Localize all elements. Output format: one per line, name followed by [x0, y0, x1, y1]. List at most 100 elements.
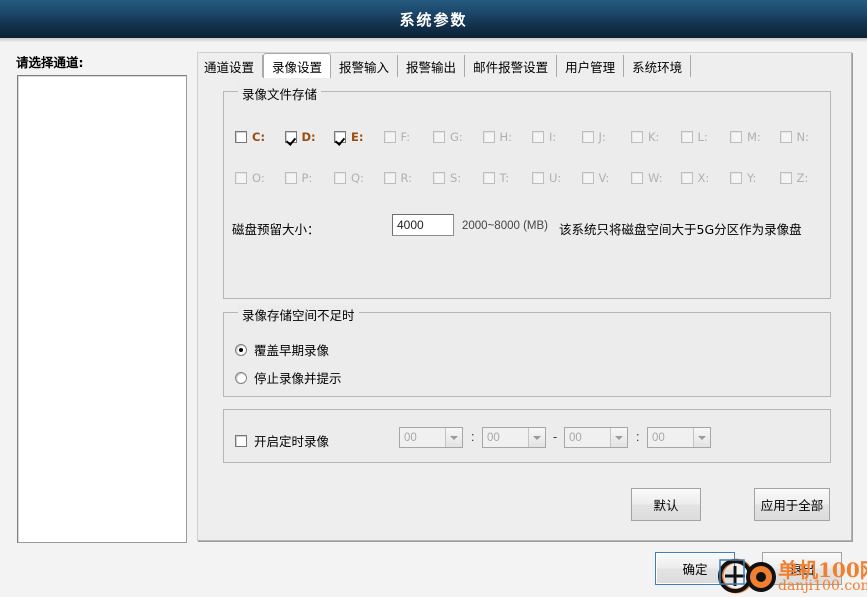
- checkbox-indicator: [581, 131, 594, 143]
- drive-checkbox-y: Y:: [730, 171, 756, 185]
- radio-label-stop: 停止录像并提示: [254, 371, 342, 386]
- tab-1[interactable]: 通道设置: [200, 55, 264, 77]
- checkbox-indicator: [284, 172, 297, 184]
- drive-checkbox-c[interactable]: C:: [235, 130, 265, 144]
- drive-checkbox-k: K:: [631, 130, 659, 144]
- checkbox-indicator: [532, 172, 544, 184]
- default-button[interactable]: 默认: [631, 488, 701, 521]
- exit-button[interactable]: 退出: [762, 552, 842, 585]
- tab-label: 用户管理: [565, 59, 616, 75]
- checkbox-indicator: [779, 172, 792, 184]
- drive-label: M:: [747, 130, 761, 144]
- chevron-down-icon: [610, 428, 627, 447]
- drive-label: W:: [648, 171, 663, 185]
- tab-4[interactable]: 报警输出: [398, 55, 466, 77]
- start-hour-dropdown[interactable]: 00: [399, 427, 463, 448]
- drive-checkbox-d[interactable]: D:: [284, 130, 316, 144]
- tab-6[interactable]: 用户管理: [557, 55, 625, 77]
- system-parameters-dialog: 系统参数 请选择通道: 通道设置 录像设置 报警输入 报警输出 邮件报警设置 用户管理 系统…: [0, 0, 867, 597]
- checkbox-indicator: [482, 131, 495, 143]
- drive-checkbox-m: M:: [730, 130, 761, 144]
- checkbox-indicator: [334, 172, 346, 184]
- window-title: 系统参数: [399, 10, 468, 29]
- ok-button[interactable]: 确定: [655, 552, 735, 585]
- drive-checkbox-v: V:: [581, 171, 610, 185]
- apply-to-all-button[interactable]: 应用于全部: [754, 488, 830, 521]
- chevron-down-icon: [528, 428, 545, 447]
- titlebar-shadow: [0, 38, 867, 42]
- end-minute-value: 00: [652, 431, 665, 444]
- disk-reserve-label: 磁盘预留大小：: [232, 222, 320, 237]
- drive-checkbox-q: Q:: [334, 171, 364, 185]
- drive-checkbox-u: U:: [532, 171, 561, 185]
- checkbox-indicator: [383, 172, 396, 184]
- drive-label: L:: [697, 130, 708, 144]
- channel-list-box[interactable]: [17, 75, 187, 543]
- drive-label: D:: [301, 130, 316, 144]
- radio-indicator-stop: [235, 371, 247, 384]
- tab-2[interactable]: 录像设置: [263, 53, 332, 78]
- drive-label: Y:: [747, 171, 757, 185]
- drive-label: V:: [598, 171, 610, 185]
- drive-label: F:: [400, 130, 411, 144]
- start-minute-dropdown[interactable]: 00: [482, 427, 546, 448]
- drive-label: K:: [648, 130, 660, 144]
- end-minute-dropdown[interactable]: 00: [647, 427, 711, 448]
- disk-reserve-input[interactable]: [392, 214, 454, 236]
- radio-overwrite-old-recordings[interactable]: 覆盖早期录像: [235, 340, 329, 359]
- radio-stop-and-prompt[interactable]: 停止录像并提示: [235, 368, 342, 387]
- checkbox-indicator: [334, 131, 346, 143]
- drive-label: Q:: [351, 171, 364, 185]
- tab-3[interactable]: 报警输入: [331, 55, 399, 77]
- drive-label: I:: [549, 130, 557, 144]
- drive-checkbox-g: G:: [433, 130, 463, 144]
- chevron-down-icon: [693, 428, 710, 447]
- drive-label: O:: [252, 171, 265, 185]
- drive-label: R:: [400, 171, 413, 185]
- drive-label: X:: [697, 171, 710, 185]
- checkbox-indicator: [235, 131, 247, 143]
- recording-storage-group: 录像文件存储: [223, 84, 831, 299]
- scheduled-recording-label: 开启定时录像: [254, 434, 330, 449]
- checkbox-indicator: [532, 131, 544, 143]
- drive-label: C:: [252, 130, 266, 144]
- recording-storage-group-title: 录像文件存储: [238, 84, 322, 103]
- end-hour-dropdown[interactable]: 00: [564, 427, 628, 448]
- enable-scheduled-recording-checkbox[interactable]: 开启定时录像: [235, 431, 329, 450]
- drive-checkbox-j: J:: [581, 130, 606, 144]
- checkbox-indicator: [730, 131, 742, 143]
- tab-label: 报警输入: [339, 59, 390, 75]
- drive-checkbox-s: S:: [433, 171, 461, 185]
- drive-label: P:: [301, 171, 313, 185]
- tab-label: 系统环境: [632, 59, 683, 75]
- start-hour-value: 00: [404, 431, 417, 444]
- tab-5[interactable]: 邮件报警设置: [465, 55, 558, 77]
- drive-checkbox-t: T:: [482, 171, 510, 185]
- disk-full-group-title: 录像存储空间不足时: [238, 305, 359, 324]
- checkbox-indicator: [383, 131, 396, 143]
- channel-select-label: 请选择通道:: [16, 55, 84, 70]
- start-minute-value: 00: [487, 431, 500, 444]
- drive-checkbox-i: I:: [532, 130, 556, 144]
- end-time-separator: :: [636, 430, 640, 444]
- drive-label: G:: [450, 130, 463, 144]
- tab-label: 通道设置: [204, 59, 255, 75]
- window-titlebar: 系统参数: [0, 0, 867, 38]
- drive-checkbox-e[interactable]: E:: [334, 130, 363, 144]
- tab-label: 报警输出: [406, 59, 457, 75]
- drive-label: N:: [796, 130, 809, 144]
- checkbox-indicator: [680, 131, 693, 143]
- checkbox-indicator: [284, 131, 297, 143]
- radio-label-overwrite: 覆盖早期录像: [254, 343, 330, 358]
- drive-checkbox-p: P:: [284, 171, 313, 185]
- drive-label: U:: [549, 171, 562, 185]
- tab-7[interactable]: 系统环境: [624, 55, 692, 77]
- checkbox-indicator: [631, 131, 643, 143]
- checkbox-indicator: [581, 172, 594, 184]
- drive-checkbox-x: X:: [680, 171, 710, 185]
- drive-label: T:: [499, 171, 510, 185]
- drive-checkbox-o: O:: [235, 171, 265, 185]
- drive-checkbox-l: L:: [680, 130, 708, 144]
- checkbox-indicator: [779, 131, 792, 143]
- disk-reserve-range-hint: 2000~8000 (MB): [462, 220, 548, 232]
